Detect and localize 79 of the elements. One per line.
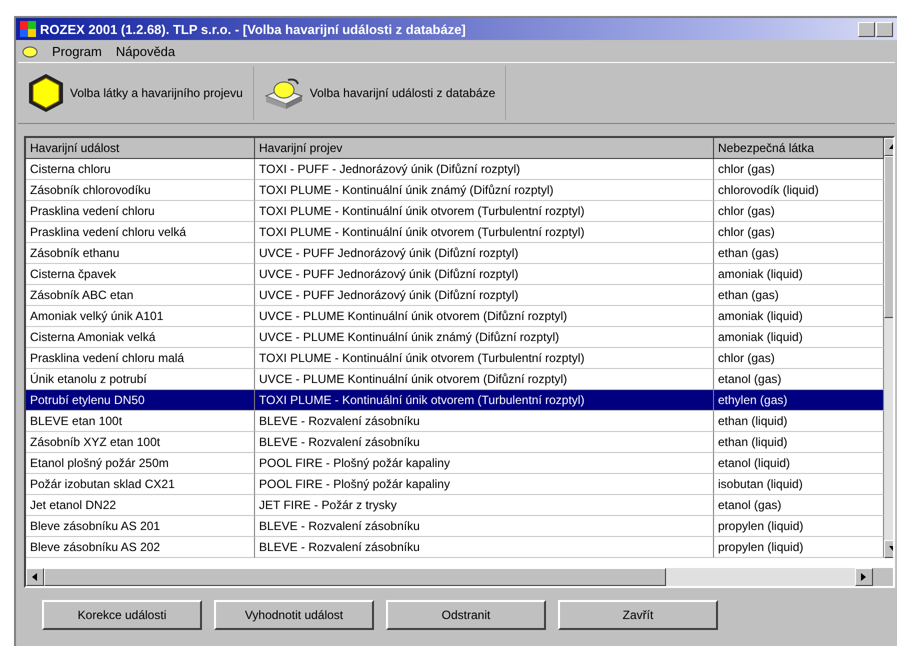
table-cell[interactable]: ethan (liquid) — [714, 411, 884, 432]
table-cell[interactable]: Bleve zásobníku AS 202 — [26, 537, 255, 558]
table-cell[interactable]: UVCE - PUFF Jednorázový únik (Difůzní rozptyl) — [255, 264, 714, 285]
table-cell[interactable]: Amoniak velký únik A101 — [26, 306, 255, 327]
table-cell[interactable]: TOXI PLUME - Kontinuální únik otvorem (Turbulentní rozptyl) — [255, 348, 714, 369]
table-cell[interactable]: Cisterna chloru — [26, 159, 255, 180]
table-cell[interactable]: chlor (gas) — [714, 348, 884, 369]
table-cell[interactable]: chlorovodík (liquid) — [714, 180, 884, 201]
table-cell[interactable]: Potrubí etylenu DN50 — [26, 390, 255, 411]
table-cell[interactable]: amoniak (liquid) — [714, 327, 884, 348]
table-cell[interactable]: Zásobníb XYZ etan 100t — [26, 432, 255, 453]
dialog-button[interactable]: Vyhodnotit událost — [214, 600, 374, 630]
table-cell[interactable]: Zásobník chlorovodíku — [26, 180, 255, 201]
table-cell[interactable]: chlor (gas) — [714, 222, 884, 243]
table-cell[interactable]: propylen (liquid) — [714, 537, 884, 558]
menu-item[interactable]: Nápověda — [116, 44, 176, 58]
table-cell[interactable]: ethan (liquid) — [714, 432, 884, 453]
scroll-thumb[interactable] — [44, 568, 666, 586]
table-cell[interactable]: BLEVE - Rozvalení zásobníku — [255, 411, 714, 432]
table-cell[interactable]: Zásobník ethanu — [26, 243, 255, 264]
menu-item[interactable]: Program — [52, 44, 102, 58]
table-cell[interactable]: Požár izobutan sklad CX21 — [26, 474, 255, 495]
table-cell[interactable]: etanol (gas) — [714, 495, 884, 516]
table-cell[interactable]: ethylen (gas) — [714, 390, 884, 411]
dialog-button[interactable]: Zavřít — [558, 600, 718, 630]
table-cell[interactable]: UVCE - PLUME Kontinuální únik otvorem (Difůzní rozptyl) — [255, 369, 714, 390]
dialog-button[interactable]: Korekce události — [42, 600, 202, 630]
window-title: ROZEX 2001 (1.2.68). TLP s.r.o. - [Volba havarijní události z databáze] — [40, 22, 467, 36]
toolbar-button[interactable]: Volba látky a havarijního projevu — [18, 66, 254, 120]
table-cell[interactable]: TOXI - PUFF - Jednorázový únik (Difůzní rozptyl) — [255, 159, 714, 180]
column-header[interactable]: Nebezpečná látka — [714, 138, 884, 159]
table-cell[interactable]: TOXI PLUME - Kontinuální únik známý (Difůzní rozptyl) — [255, 180, 714, 201]
table-cell[interactable]: Prasklina vedení chloru malá — [26, 348, 255, 369]
table-cell[interactable]: UVCE - PUFF Jednorázový únik (Difůzní rozptyl) — [255, 285, 714, 306]
scroll-right-button[interactable] — [855, 568, 873, 586]
table-cell[interactable]: POOL FIRE - Plošný požár kapaliny — [255, 453, 714, 474]
table-cell[interactable]: Zásobník ABC etan — [26, 285, 255, 306]
hexagon-icon — [28, 73, 64, 113]
table-cell[interactable]: isobutan (liquid) — [714, 474, 884, 495]
table-cell[interactable]: Jet etanol DN22 — [26, 495, 255, 516]
table-cell[interactable]: Etanol plošný požár 250m — [26, 453, 255, 474]
table-cell[interactable]: ethan (gas) — [714, 243, 884, 264]
table-cell[interactable]: propylen (liquid) — [714, 516, 884, 537]
table-cell[interactable]: BLEVE - Rozvalení zásobníku — [255, 516, 714, 537]
table-cell[interactable]: JET FIRE - Požár z trysky — [255, 495, 714, 516]
table-cell[interactable]: UVCE - PUFF Jednorázový únik (Difůzní rozptyl) — [255, 243, 714, 264]
table-cell[interactable]: TOXI PLUME - Kontinuální únik otvorem (Turbulentní rozptyl) — [255, 201, 714, 222]
table-cell[interactable]: Cisterna Amoniak velká — [26, 327, 255, 348]
dialog-button[interactable]: Odstranit — [386, 600, 546, 630]
table-cell[interactable]: BLEVE - Rozvalení zásobníku — [255, 432, 714, 453]
table-cell[interactable]: Únik etanolu z potrubí — [26, 369, 255, 390]
app-icon — [20, 21, 36, 37]
column-header[interactable]: Havarijní událost — [26, 138, 255, 159]
table-cell[interactable]: Prasklina vedení chloru velká — [26, 222, 255, 243]
table-cell[interactable]: ethan (gas) — [714, 285, 884, 306]
table-cell[interactable]: etanol (liquid) — [714, 453, 884, 474]
table-cell[interactable]: UVCE - PLUME Kontinuální únik známý (Difůzní rozptyl) — [255, 327, 714, 348]
arrow-icon — [30, 572, 40, 582]
table-cell[interactable]: chlor (gas) — [714, 159, 884, 180]
column-header[interactable]: Havarijní projev — [255, 138, 714, 159]
table-cell[interactable]: UVCE - PLUME Kontinuální únik otvorem (Difůzní rozptyl) — [255, 306, 714, 327]
table-cell[interactable]: TOXI PLUME - Kontinuální únik otvorem (Turbulentní rozptyl) — [255, 390, 714, 411]
table-cell[interactable]: amoniak (liquid) — [714, 264, 884, 285]
table-cell[interactable]: etanol (gas) — [714, 369, 884, 390]
table-cell[interactable]: POOL FIRE - Plošný požár kapaliny — [255, 474, 714, 495]
table-cell[interactable]: Cisterna čpavek — [26, 264, 255, 285]
table-cell[interactable]: TOXI PLUME - Kontinuální únik otvorem (Turbulentní rozptyl) — [255, 222, 714, 243]
scroll-left-button[interactable] — [26, 568, 44, 586]
maximize-button[interactable] — [876, 22, 893, 36]
table-cell[interactable]: amoniak (liquid) — [714, 306, 884, 327]
table-cell[interactable]: chlor (gas) — [714, 201, 884, 222]
database-icon — [264, 76, 304, 110]
minimize-button[interactable] — [858, 22, 875, 36]
table-cell[interactable]: BLEVE etan 100t — [26, 411, 255, 432]
table-cell[interactable]: BLEVE - Rozvalení zásobníku — [255, 537, 714, 558]
table-cell[interactable]: Prasklina vedení chloru — [26, 201, 255, 222]
document-icon — [22, 44, 38, 58]
toolbar-button[interactable]: Volba havarijní události z databáze — [254, 66, 506, 120]
table-cell[interactable]: Bleve zásobníku AS 201 — [26, 516, 255, 537]
